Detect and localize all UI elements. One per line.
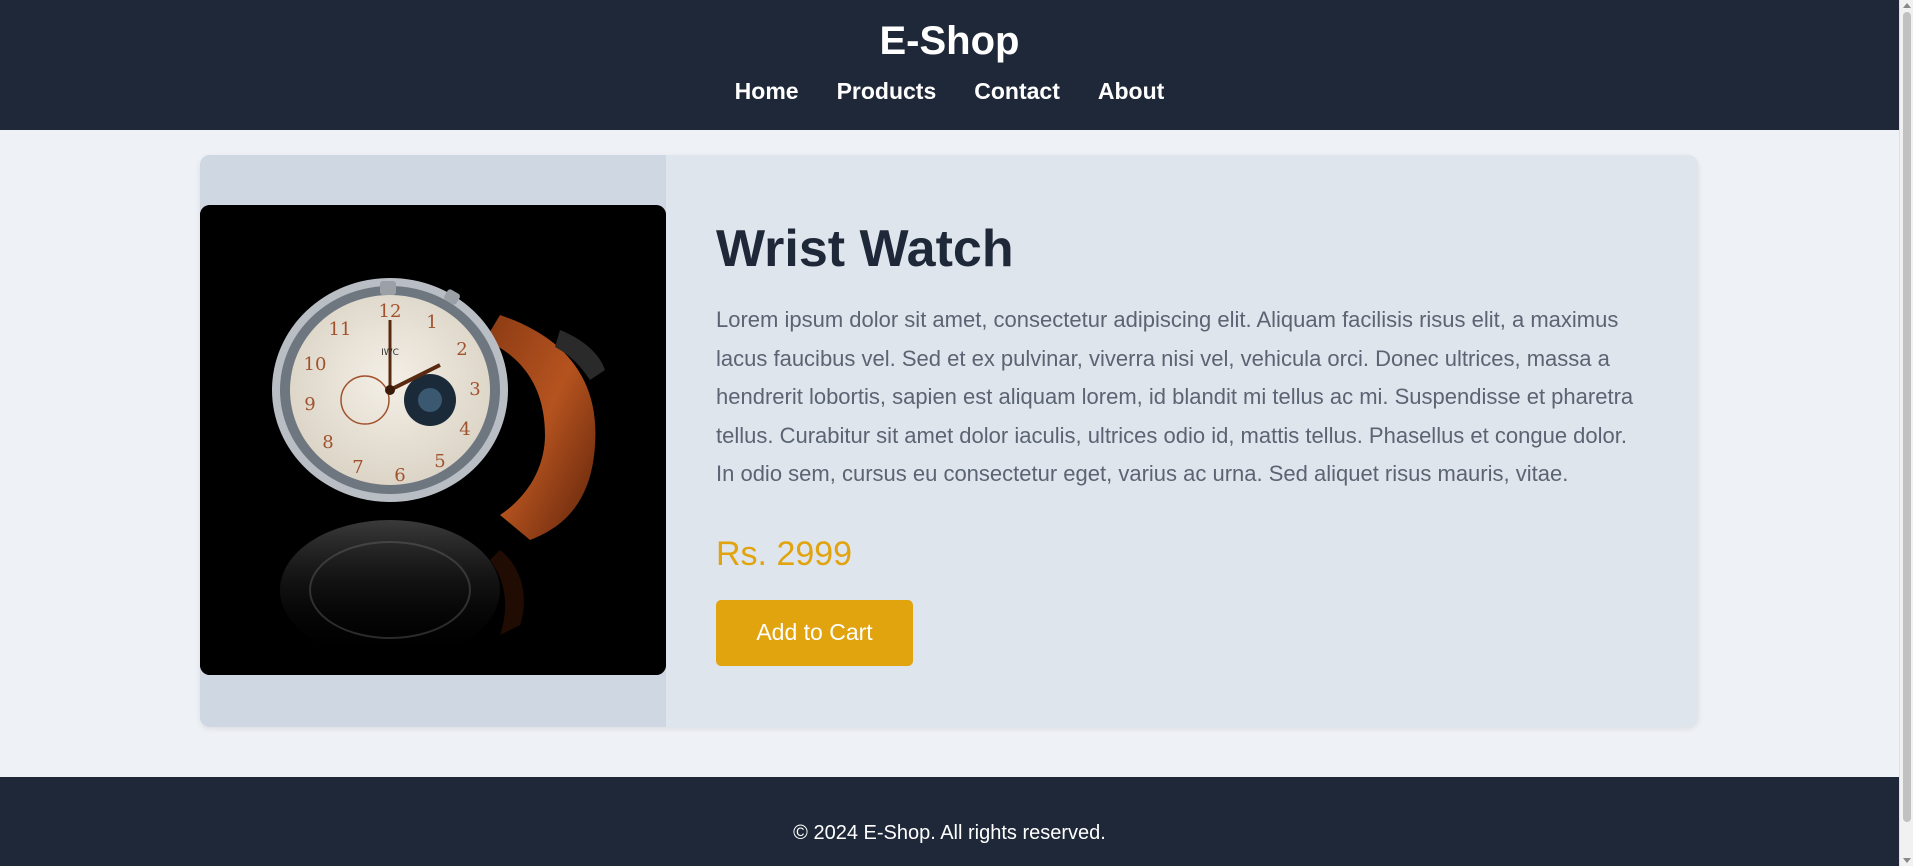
nav-products-link[interactable]: Products bbox=[837, 76, 937, 106]
site-footer: © 2024 E-Shop. All rights reserved. bbox=[0, 777, 1899, 866]
svg-text:2: 2 bbox=[456, 339, 467, 360]
product-card: 12 1 2 3 4 5 6 7 8 9 10 11 IWC Wrist Wat… bbox=[200, 155, 1698, 727]
product-image: 12 1 2 3 4 5 6 7 8 9 10 11 IWC bbox=[200, 205, 666, 675]
svg-text:IWC: IWC bbox=[381, 348, 399, 358]
page-viewport: E-Shop Home Products Contact About 12 1 … bbox=[0, 0, 1899, 866]
product-info: Wrist Watch Lorem ipsum dolor sit amet, … bbox=[666, 155, 1698, 727]
brand-title[interactable]: E-Shop bbox=[0, 18, 1899, 64]
product-price: Rs. 2999 bbox=[716, 534, 853, 573]
nav-about-link[interactable]: About bbox=[1098, 76, 1164, 106]
svg-text:8: 8 bbox=[322, 432, 333, 453]
product-image-pane: 12 1 2 3 4 5 6 7 8 9 10 11 IWC bbox=[200, 155, 666, 727]
svg-text:6: 6 bbox=[394, 465, 405, 486]
svg-text:7: 7 bbox=[352, 457, 363, 478]
svg-text:5: 5 bbox=[434, 451, 445, 472]
add-to-cart-button[interactable]: Add to Cart bbox=[716, 599, 913, 666]
svg-text:12: 12 bbox=[379, 301, 402, 322]
svg-text:11: 11 bbox=[329, 319, 352, 340]
svg-text:1: 1 bbox=[426, 312, 437, 333]
scroll-up-icon[interactable] bbox=[1903, 3, 1911, 8]
svg-text:4: 4 bbox=[459, 419, 470, 440]
nav-home-link[interactable]: Home bbox=[735, 76, 799, 106]
svg-text:3: 3 bbox=[469, 379, 480, 400]
site-header: E-Shop Home Products Contact About bbox=[0, 0, 1899, 130]
svg-text:9: 9 bbox=[304, 394, 315, 415]
scroll-down-icon[interactable] bbox=[1903, 858, 1911, 863]
product-title: Wrist Watch bbox=[716, 220, 1014, 278]
footer-copyright: © 2024 E-Shop. All rights reserved. bbox=[793, 822, 1106, 844]
svg-text:10: 10 bbox=[304, 354, 327, 375]
product-description: Lorem ipsum dolor sit amet, consectetur … bbox=[716, 307, 1634, 486]
nav-contact-link[interactable]: Contact bbox=[974, 76, 1060, 106]
scroll-thumb[interactable] bbox=[1903, 12, 1911, 822]
main-nav: Home Products Contact About bbox=[0, 76, 1899, 106]
watch-illustration: 12 1 2 3 4 5 6 7 8 9 10 11 IWC bbox=[200, 205, 666, 675]
vertical-scrollbar[interactable] bbox=[1899, 0, 1913, 866]
